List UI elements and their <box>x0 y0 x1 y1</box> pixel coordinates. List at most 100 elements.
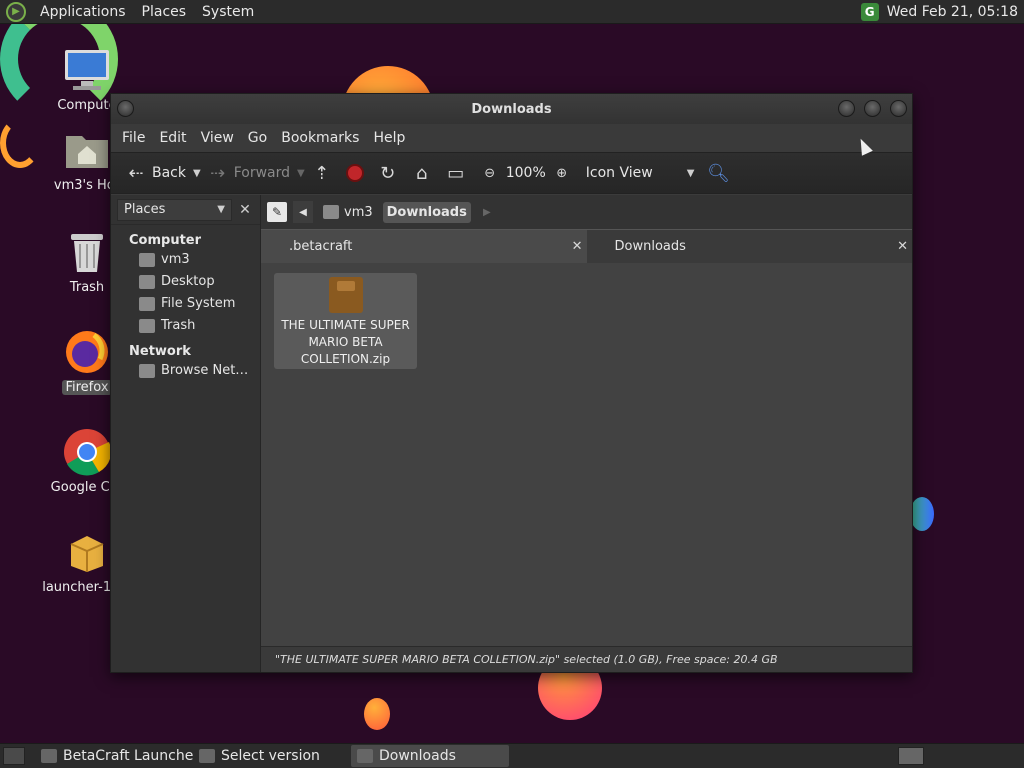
sidebar-close-icon[interactable]: ✕ <box>236 202 254 218</box>
computer-button[interactable]: ▭ <box>439 163 473 184</box>
trash-icon <box>139 318 155 333</box>
task-label: BetaCraft Launcher ... <box>63 748 193 764</box>
clock[interactable]: Wed Feb 21, 05:18 <box>887 4 1018 20</box>
reload-button[interactable]: ↻ <box>371 162 405 184</box>
close-button[interactable] <box>890 100 907 117</box>
search-icon: 🔍︎ <box>706 162 730 184</box>
view-mode-label: Icon View <box>585 165 653 181</box>
up-arrow-icon: ⇡ <box>314 162 330 184</box>
close-tab-icon[interactable]: ✕ <box>897 239 908 254</box>
tab-strip: .betacraft ✕ Downloads ✕ <box>261 229 912 263</box>
package-icon <box>63 528 111 576</box>
home-button[interactable]: ⌂ <box>405 162 439 184</box>
forward-arrow-icon: ⇢ <box>210 162 226 184</box>
breadcrumb-downloads[interactable]: Downloads <box>382 201 471 223</box>
maximize-button[interactable] <box>864 100 881 117</box>
computer-icon <box>63 46 111 94</box>
home-folder-icon <box>63 126 111 174</box>
status-bar: "THE ULTIMATE SUPER MARIO BETA COLLETION… <box>261 646 912 672</box>
tab-downloads[interactable]: Downloads ✕ <box>586 229 912 263</box>
up-button[interactable]: ⇡ <box>305 162 339 184</box>
zip-archive-icon <box>328 277 363 313</box>
file-view[interactable]: THE ULTIMATE SUPER MARIO BETA COLLETION.… <box>261 263 912 646</box>
sidebar-item-vm3[interactable]: vm3 <box>111 248 260 270</box>
zoom-in-icon: ⊕ <box>556 165 568 181</box>
back-history-dropdown[interactable]: ▼ <box>193 168 201 179</box>
firefox-icon <box>63 328 111 376</box>
sidebar-item-label: File System <box>161 296 236 311</box>
toolbar: ⇠ Back ▼ ⇢ Forward ▼ ⇡ ↻ ⌂ ▭ ⊖ 100% ⊕ Ic… <box>111 152 912 194</box>
system-menu[interactable]: System <box>194 4 262 20</box>
file-name: THE ULTIMATE SUPER MARIO BETA COLLETION.… <box>281 318 410 366</box>
content-area: Places ▼ ✕ Computer vm3 Desktop File Sys… <box>111 195 912 672</box>
menu-bookmarks[interactable]: Bookmarks <box>274 130 366 146</box>
close-tab-icon[interactable]: ✕ <box>572 239 583 254</box>
sidebar-selector[interactable]: Places ▼ <box>117 198 232 221</box>
back-button[interactable]: ⇠ Back <box>119 162 193 184</box>
chevron-down-icon: ▼ <box>217 204 225 215</box>
zoom-out-icon: ⊖ <box>484 165 496 181</box>
places-menu[interactable]: Places <box>134 4 195 20</box>
menu-file[interactable]: File <box>115 130 152 146</box>
wallpaper-shape <box>364 698 390 730</box>
folder-icon <box>357 749 373 763</box>
sidebar-item-desktop[interactable]: Desktop <box>111 270 260 292</box>
pathbar: ✎ ◀ vm3 Downloads ▶ <box>261 195 912 229</box>
show-desktop-button[interactable] <box>3 747 25 765</box>
sidebar-item-label: Desktop <box>161 274 215 289</box>
sidebar-item-label: Trash <box>161 318 196 333</box>
task-betacraft-launcher[interactable]: BetaCraft Launcher ... <box>35 745 193 767</box>
edit-location-icon[interactable]: ✎ <box>267 202 287 222</box>
forward-button[interactable]: ⇢ Forward <box>201 162 297 184</box>
file-manager-window: Downloads File Edit View Go Bookmarks He… <box>110 93 913 673</box>
file-item[interactable]: THE ULTIMATE SUPER MARIO BETA COLLETION.… <box>274 273 417 369</box>
mint-logo-icon[interactable]: ▶ <box>6 1 26 22</box>
menu-view[interactable]: View <box>194 130 241 146</box>
forward-history-dropdown[interactable]: ▼ <box>297 168 305 179</box>
path-scroll-left[interactable]: ◀ <box>293 201 313 223</box>
reload-icon: ↻ <box>380 162 396 184</box>
stop-icon <box>345 164 364 182</box>
window-menu-button[interactable] <box>117 100 134 117</box>
menu-edit[interactable]: Edit <box>152 130 193 146</box>
home-folder-icon <box>323 205 339 219</box>
window-title: Downloads <box>471 101 552 117</box>
home-folder-icon <box>139 252 155 267</box>
back-arrow-icon: ⇠ <box>128 162 144 184</box>
tab-label: Downloads <box>614 239 686 254</box>
zoom-control[interactable]: ⊖ 100% ⊕ <box>473 163 579 183</box>
stop-button[interactable] <box>339 164 371 182</box>
minimize-button[interactable] <box>838 100 855 117</box>
task-label: Downloads <box>379 748 456 764</box>
search-button[interactable]: 🔍︎ <box>701 162 735 184</box>
task-select-version[interactable]: Select version <box>193 745 351 767</box>
view-mode-select[interactable]: Icon View ▼ <box>579 165 702 181</box>
applications-menu[interactable]: Applications <box>32 4 134 20</box>
main-pane: ✎ ◀ vm3 Downloads ▶ .betacraft ✕ Downloa… <box>261 195 912 672</box>
sidebar: Places ▼ ✕ Computer vm3 Desktop File Sys… <box>111 195 261 672</box>
menu-help[interactable]: Help <box>366 130 412 146</box>
home-folder-icon: ⌂ <box>416 162 428 184</box>
tab-label: .betacraft <box>289 239 353 254</box>
top-panel: ▶ Applications Places System G Wed Feb 2… <box>0 0 1024 24</box>
update-manager-icon[interactable]: G <box>860 2 879 21</box>
menu-go[interactable]: Go <box>241 130 274 146</box>
wallpaper-shape <box>910 497 934 531</box>
sidebar-group-computer: Computer <box>129 233 202 248</box>
desktop-icon-label: Firefox <box>62 380 112 395</box>
sidebar-selector-label: Places <box>124 202 166 217</box>
path-scroll-right[interactable]: ▶ <box>477 201 497 223</box>
window-titlebar[interactable]: Downloads <box>111 94 912 124</box>
sidebar-group-network: Network <box>129 344 191 359</box>
sidebar-item-trash[interactable]: Trash <box>111 314 260 336</box>
workspace-switcher[interactable] <box>898 747 924 765</box>
task-downloads[interactable]: Downloads <box>351 745 509 767</box>
trash-icon <box>63 228 111 276</box>
breadcrumb-vm3[interactable]: vm3 <box>319 203 377 222</box>
top-menu: ▶ Applications Places System <box>0 1 262 22</box>
tab-betacraft[interactable]: .betacraft ✕ <box>261 229 587 263</box>
sidebar-item-label: vm3 <box>161 252 190 267</box>
network-icon <box>139 363 155 378</box>
sidebar-item-file-system[interactable]: File System <box>111 292 260 314</box>
sidebar-item-browse-network[interactable]: Browse Net… <box>111 359 260 381</box>
